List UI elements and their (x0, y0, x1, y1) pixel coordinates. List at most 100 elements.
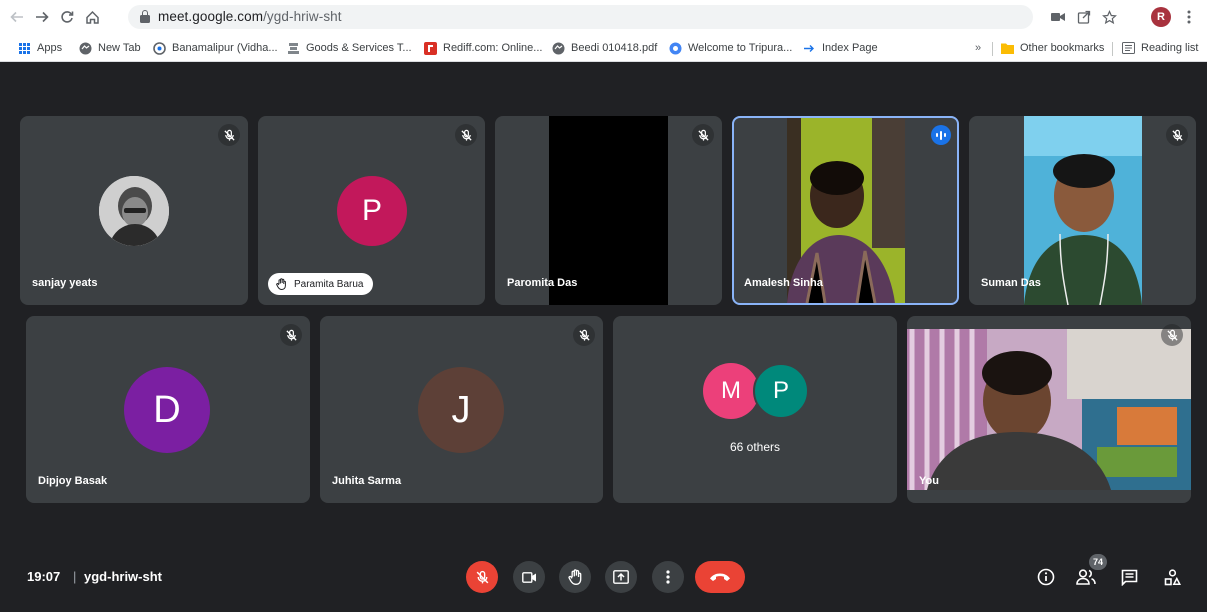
bookmark-index-page[interactable]: Index Page (803, 39, 878, 57)
bookmark-new-tab[interactable]: New Tab (79, 39, 141, 57)
speaking-indicator-icon (931, 125, 951, 145)
bookmark-divider (1112, 42, 1113, 56)
bookmark-tripura[interactable]: Welcome to Tripura... (669, 39, 792, 57)
raised-hand-badge: Paramita Barua (268, 273, 374, 295)
others-count-label: 66 others (729, 440, 781, 454)
hand-icon (276, 278, 286, 290)
mic-off-icon (573, 324, 595, 346)
present-button[interactable] (605, 561, 637, 593)
bookmark-label: Other bookmarks (1020, 42, 1105, 54)
participant-count-badge: 74 (1089, 554, 1107, 570)
browser-toolbar: meet.google.com/ygd-hriw-sht R (0, 0, 1207, 34)
people-icon (1076, 569, 1096, 585)
participant-tile-active-speaker[interactable]: Amalesh Sinha (732, 116, 959, 305)
camera-indicator[interactable] (1047, 6, 1069, 28)
bookmarks-overflow-button[interactable]: » (975, 39, 981, 57)
mic-off-icon (218, 124, 240, 146)
camera-button[interactable] (513, 561, 545, 593)
others-tile[interactable]: M P 66 others (613, 316, 897, 503)
emblem-icon (287, 42, 300, 55)
chat-button[interactable] (1116, 564, 1142, 590)
participant-name: You (919, 475, 939, 487)
raise-hand-button[interactable] (559, 561, 591, 593)
participant-tile[interactable]: Paromita Das (495, 116, 722, 305)
globe-icon (79, 42, 92, 55)
site-icon (153, 41, 166, 55)
self-view-tile[interactable]: You (907, 316, 1191, 503)
avatar: P (753, 363, 809, 419)
avatar: P (337, 176, 407, 246)
site-icon (669, 42, 682, 55)
bookmarks-bar: Apps New Tab Banamalipur (Vidha... Goods… (0, 34, 1207, 61)
arrow-right-icon (36, 11, 49, 23)
arrow-icon (803, 42, 816, 55)
home-button[interactable] (81, 6, 103, 28)
mic-off-icon (475, 570, 490, 585)
rediff-icon (424, 41, 437, 55)
bookmark-banamalipur[interactable]: Banamalipur (Vidha... (153, 39, 278, 57)
participant-name: Juhita Sarma (332, 475, 402, 487)
share-page-button[interactable] (1073, 6, 1095, 28)
mic-off-icon (692, 124, 714, 146)
participant-tile[interactable]: Suman Das (969, 116, 1196, 305)
activities-button[interactable] (1159, 564, 1185, 590)
participant-tile[interactable]: D Dipjoy Basak (26, 316, 310, 503)
bookmark-apps[interactable]: Apps (18, 39, 62, 57)
browser-chrome: meet.google.com/ygd-hriw-sht R Apps New … (0, 0, 1207, 62)
bookmark-divider (992, 42, 993, 56)
star-icon (1101, 9, 1117, 24)
avatar: M (703, 363, 759, 419)
videocam-icon (1051, 13, 1065, 21)
browser-menu-button[interactable] (1178, 6, 1200, 28)
video-feed (787, 118, 905, 303)
meeting-controls-bar: 19:07 | ygd-hriw-sht (0, 548, 1207, 608)
avatar: J (418, 367, 504, 453)
folder-icon (1001, 42, 1014, 55)
participant-name: sanjay yeats (32, 277, 98, 289)
bookmark-rediff[interactable]: Rediff.com: Online... (424, 39, 542, 57)
participant-tile[interactable]: sanjay yeats (20, 116, 248, 305)
participant-tile[interactable]: J Juhita Sarma (320, 316, 603, 503)
participant-name: Paromita Das (507, 277, 578, 289)
url-host: meet.google.com (158, 9, 264, 24)
more-vert-icon (1187, 10, 1191, 24)
bookmark-gst[interactable]: Goods & Services T... (287, 39, 412, 57)
participant-name: Paramita Barua (294, 278, 364, 290)
bookmark-label: Apps (37, 42, 63, 54)
call-end-icon (710, 573, 730, 581)
meeting-details-button[interactable] (1033, 564, 1059, 590)
overflow-chevron-icon: » (975, 42, 982, 54)
reload-icon (61, 11, 74, 23)
leave-call-button[interactable] (695, 561, 745, 593)
home-icon (85, 10, 99, 24)
bookmark-label: New Tab (98, 42, 141, 54)
url-path: /ygd-hriw-sht (263, 9, 342, 24)
mic-off-icon (280, 324, 302, 346)
mic-off-icon (455, 124, 477, 146)
bookmark-star-button[interactable] (1098, 6, 1120, 28)
avatar (99, 176, 169, 246)
bookmark-label: Banamalipur (Vidha... (172, 42, 278, 54)
reading-list-icon (1122, 42, 1135, 55)
other-bookmarks-folder[interactable]: Other bookmarks (1001, 39, 1104, 57)
back-button[interactable] (6, 6, 28, 28)
participant-name: Dipjoy Basak (38, 475, 108, 487)
reading-list-button[interactable]: Reading list (1122, 39, 1198, 57)
mic-off-icon (1166, 124, 1188, 146)
bookmark-label: Index Page (822, 42, 878, 54)
bookmark-beedi-pdf[interactable]: Beedi 010418.pdf (552, 39, 657, 57)
forward-button[interactable] (31, 6, 53, 28)
reload-button[interactable] (56, 6, 78, 28)
chat-icon (1121, 569, 1137, 586)
bookmark-label: Reading list (1141, 42, 1199, 54)
bookmark-label: Rediff.com: Online... (443, 42, 543, 54)
profile-avatar[interactable]: R (1151, 7, 1171, 27)
more-options-button[interactable] (652, 561, 684, 593)
avatar: D (124, 367, 210, 453)
mic-off-icon (1161, 324, 1183, 346)
mic-off-button[interactable] (466, 561, 498, 593)
address-bar[interactable]: meet.google.com/ygd-hriw-sht (128, 5, 1033, 29)
participant-tile[interactable]: P Paramita Barua (258, 116, 485, 305)
bookmark-label: Beedi 010418.pdf (571, 42, 658, 54)
present-icon (613, 570, 629, 584)
